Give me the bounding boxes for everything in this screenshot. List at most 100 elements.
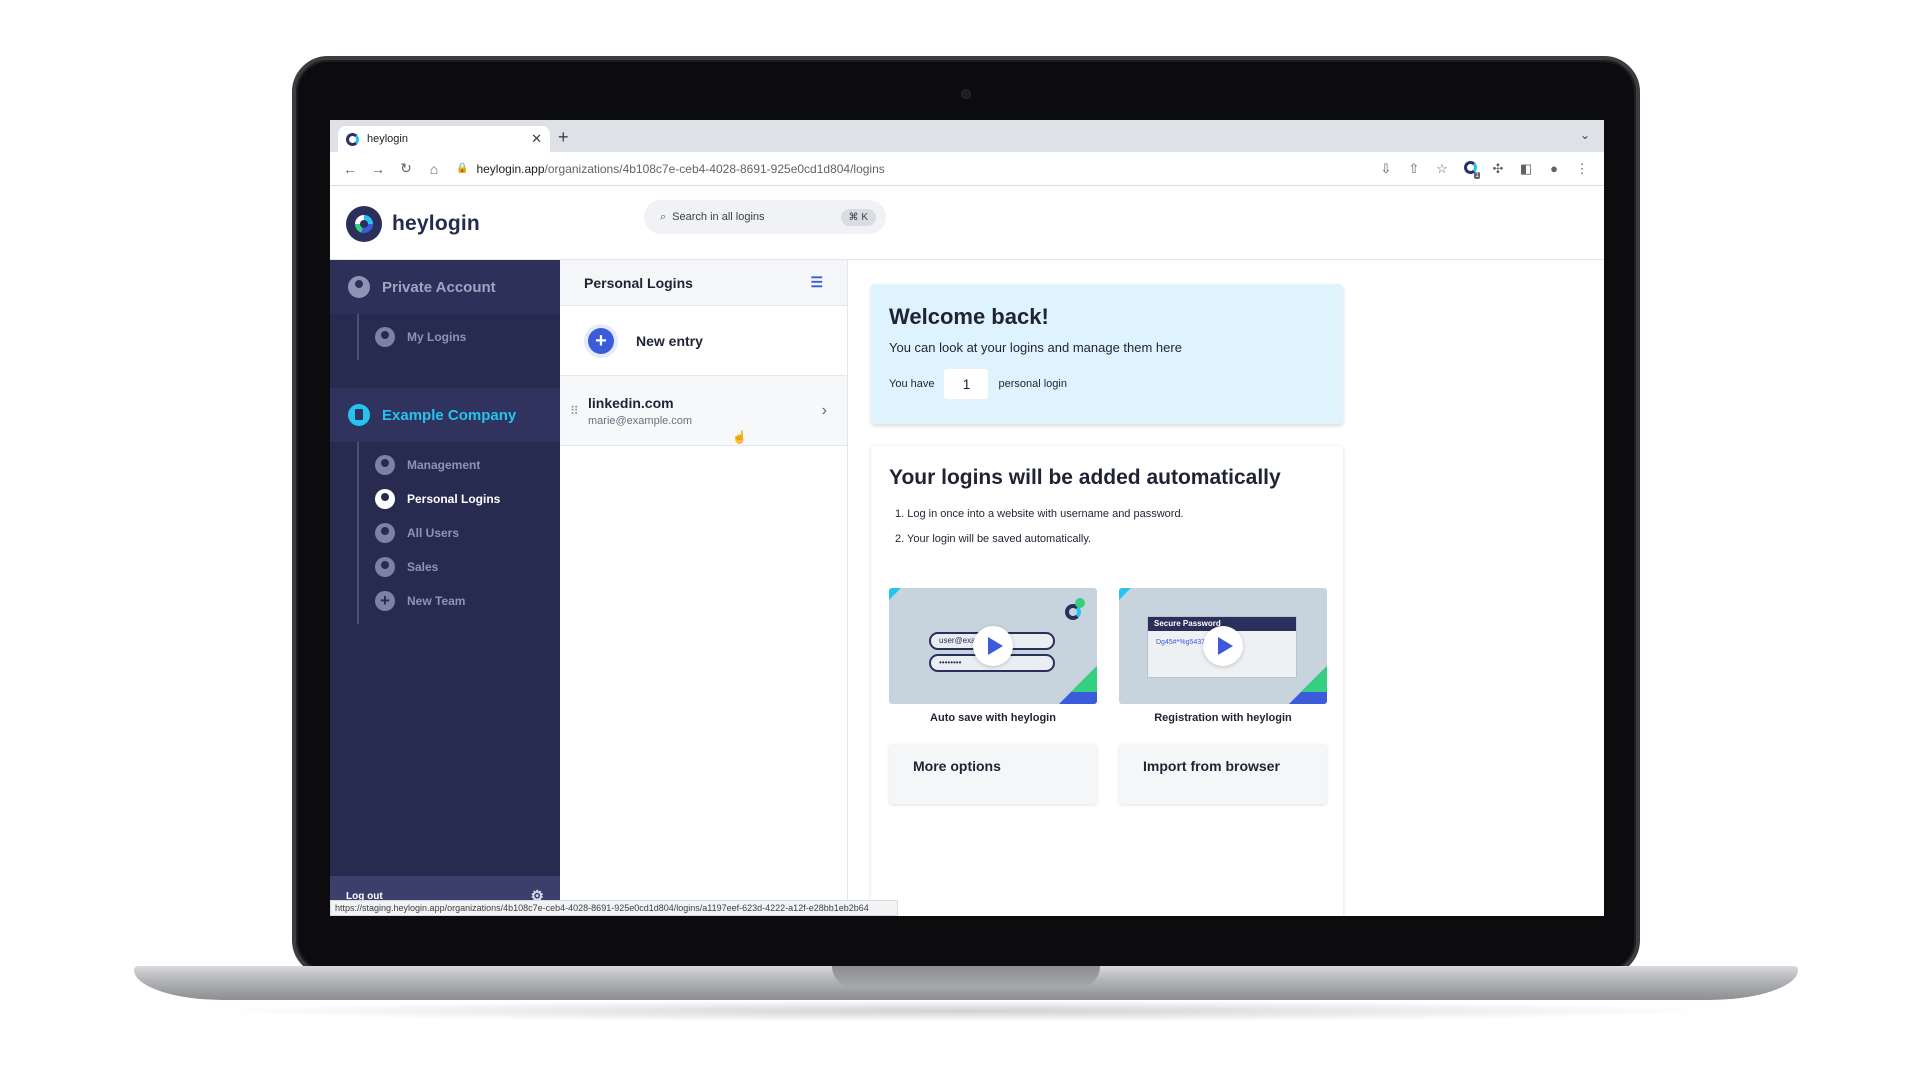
sidebar-item-all-users[interactable]: All Users <box>359 516 560 550</box>
sidebar: Private Account My Logins Example Compan… <box>330 260 560 916</box>
login-site: linkedin.com <box>588 394 674 411</box>
import-browser-card[interactable]: Import from browser <box>1119 744 1327 804</box>
sidebar-item-label: Personal Logins <box>407 492 501 506</box>
video-registration[interactable]: Secure Password Dg45#*%g5437 Registratio… <box>1119 588 1327 724</box>
sidebar-item-personal-logins[interactable]: Personal Logins <box>359 482 560 516</box>
heylogin-logo-icon <box>346 206 382 242</box>
welcome-subtitle: You can look at your logins and manage t… <box>889 340 1182 355</box>
drag-handle-icon[interactable]: ⠿ <box>570 404 588 418</box>
login-count-line: You have 1 personal login <box>889 369 1325 399</box>
browser-tab-bar: heylogin ✕ + ⌄ <box>330 120 1604 152</box>
install-app-icon[interactable]: ⇩ <box>1372 161 1400 177</box>
sidebar-company[interactable]: Example Company <box>330 388 560 442</box>
status-bar-url: https://staging.heylogin.app/organizatio… <box>330 900 898 916</box>
chevron-right-icon: › <box>821 401 827 419</box>
search-input[interactable]: ⌕ Search in all logins ⌘ K <box>644 200 886 234</box>
count-prefix: You have <box>889 378 935 390</box>
steps-list: 1. Log in once into a website with usern… <box>895 508 1325 545</box>
mock-badge <box>1075 598 1085 608</box>
company-name-label: Example Company <box>382 406 517 424</box>
login-list-item[interactable]: ⠿ linkedin.com marie@example.com › ☝ <box>560 376 847 446</box>
more-options-card[interactable]: More options <box>889 744 1097 804</box>
step-item: 2. Your login will be saved automaticall… <box>895 533 1092 545</box>
browser-tab[interactable]: heylogin ✕ <box>338 126 550 152</box>
lock-icon: 🔒 <box>456 163 469 174</box>
toolbar-icons: ⇩ ⇧ ☆ 1 ✣ ◧ ● ⋮ <box>1372 160 1596 179</box>
video-thumbnail[interactable]: user@exa •••••••• <box>889 588 1097 704</box>
login-text: linkedin.com marie@example.com <box>588 395 822 427</box>
video-auto-save[interactable]: user@exa •••••••• Auto save with heylogi… <box>889 588 1097 724</box>
users-group-icon <box>375 523 395 543</box>
url-host: heylogin.app <box>476 161 545 176</box>
new-tab-button[interactable]: + <box>558 126 569 148</box>
auto-add-title: Your logins will be added automatically <box>889 466 1281 489</box>
logins-panel: Personal Logins ☰ + New entry ⠿ linkedin… <box>560 260 848 916</box>
camera <box>961 89 971 99</box>
sidebar-item-label: My Logins <box>407 330 467 344</box>
company-list: Management Personal Logins All Users Sal… <box>357 442 560 624</box>
tab-title: heylogin <box>367 133 408 145</box>
address-bar[interactable]: 🔒 heylogin.app/organizations/4b108c7e-ce… <box>456 162 1372 176</box>
decor-corner <box>1301 666 1327 692</box>
video-thumbnail[interactable]: Secure Password Dg45#*%g5437 <box>1119 588 1327 704</box>
app-header: heylogin ⌕ Search in all logins ⌘ K <box>330 186 1604 260</box>
logins-header: Personal Logins ☰ <box>560 260 847 306</box>
plus-circle-icon <box>375 591 395 611</box>
search-shortcut-badge: ⌘ K <box>840 208 876 226</box>
sidebar-item-label: All Users <box>407 526 460 540</box>
building-icon <box>348 404 370 426</box>
sidebar-item-label: Sales <box>407 560 439 574</box>
step-item: 1. Log in once into a website with usern… <box>895 508 1184 520</box>
list-view-icon[interactable]: ☰ <box>810 274 823 291</box>
kebab-menu-icon[interactable]: ⋮ <box>1568 161 1596 177</box>
sidebar-item-my-logins[interactable]: My Logins <box>359 320 560 354</box>
close-tab-icon[interactable]: ✕ <box>531 131 542 147</box>
auto-add-card: Your logins will be added automatically … <box>871 446 1343 916</box>
private-account-label: Private Account <box>382 278 496 296</box>
profile-icon[interactable]: ● <box>1540 161 1568 176</box>
more-row: More options Import from browser <box>889 744 1327 804</box>
play-icon[interactable] <box>973 626 1013 666</box>
user-circle-icon <box>375 327 395 347</box>
count-suffix: personal login <box>998 378 1067 390</box>
bookmark-star-icon[interactable]: ☆ <box>1428 161 1456 177</box>
sidebar-item-sales[interactable]: Sales <box>359 550 560 584</box>
main-content: Welcome back! You can look at your login… <box>849 260 1604 916</box>
new-entry-button[interactable]: + New entry <box>560 306 847 376</box>
decor-corner <box>889 588 901 600</box>
brand-name: heylogin <box>392 212 480 235</box>
laptop-shadow <box>200 1000 1730 1022</box>
laptop-notch <box>832 966 1100 988</box>
search-placeholder: Search in all logins <box>672 211 765 223</box>
side-panel-icon[interactable]: ◧ <box>1512 161 1540 177</box>
decor-corner <box>1119 588 1131 600</box>
play-icon[interactable] <box>1203 626 1243 666</box>
hand-cursor-icon: ☝ <box>732 430 747 444</box>
heylogin-extension-icon[interactable]: 1 <box>1456 160 1484 179</box>
reload-icon[interactable]: ↻ <box>392 160 420 177</box>
sidebar-private-account[interactable]: Private Account <box>330 260 560 314</box>
forward-arrow-icon[interactable]: → <box>364 161 392 177</box>
users-group-icon <box>375 557 395 577</box>
video-caption: Auto save with heylogin <box>930 712 1056 724</box>
brand[interactable]: heylogin <box>346 206 480 242</box>
private-account-list: My Logins <box>357 314 560 360</box>
sidebar-item-new-team[interactable]: New Team <box>359 584 560 618</box>
home-icon[interactable]: ⌂ <box>420 161 448 177</box>
management-icon <box>375 455 395 475</box>
tab-search-chevron-icon[interactable]: ⌄ <box>1580 128 1590 142</box>
login-count-value: 1 <box>944 369 989 399</box>
user-circle-icon <box>375 489 395 509</box>
login-username: marie@example.com <box>588 414 693 427</box>
welcome-card: Welcome back! You can look at your login… <box>871 284 1343 424</box>
sidebar-item-management[interactable]: Management <box>359 448 560 482</box>
video-caption: Registration with heylogin <box>1154 712 1292 724</box>
logins-title: Personal Logins <box>584 274 693 291</box>
decor-corner <box>1071 666 1097 692</box>
sidebar-item-label: New Team <box>407 594 466 608</box>
new-entry-label: New entry <box>636 332 703 349</box>
share-icon[interactable]: ⇧ <box>1400 161 1428 177</box>
user-circle-icon <box>348 276 370 298</box>
puzzle-extensions-icon[interactable]: ✣ <box>1484 161 1512 177</box>
back-arrow-icon[interactable]: ← <box>336 161 364 177</box>
